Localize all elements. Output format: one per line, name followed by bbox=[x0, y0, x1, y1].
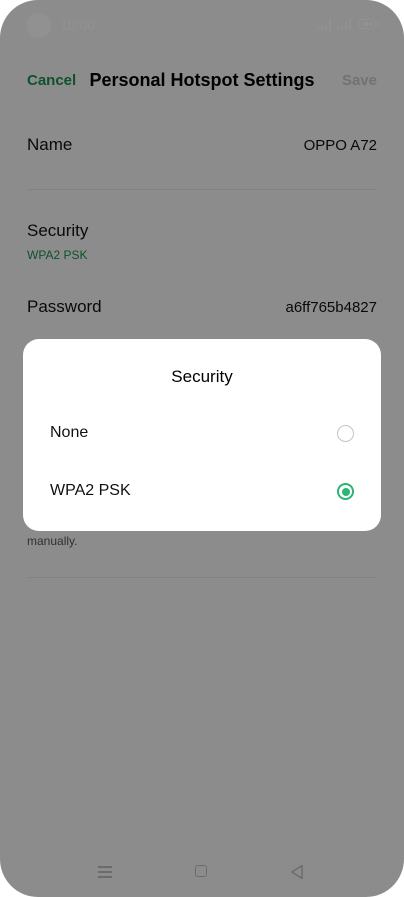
option-none[interactable]: None bbox=[23, 410, 381, 458]
radio-selected-icon[interactable] bbox=[337, 483, 354, 500]
security-dialog: Security None WPA2 PSK bbox=[23, 339, 381, 531]
option-label: None bbox=[50, 424, 89, 441]
radio-unselected-icon[interactable] bbox=[337, 425, 354, 442]
option-label: WPA2 PSK bbox=[50, 482, 131, 499]
dialog-title: Security bbox=[171, 367, 233, 386]
option-wpa2-psk[interactable]: WPA2 PSK bbox=[23, 468, 381, 516]
phone-screen: 10:00 Personal Hotspot Settings Cancel S… bbox=[0, 0, 404, 897]
